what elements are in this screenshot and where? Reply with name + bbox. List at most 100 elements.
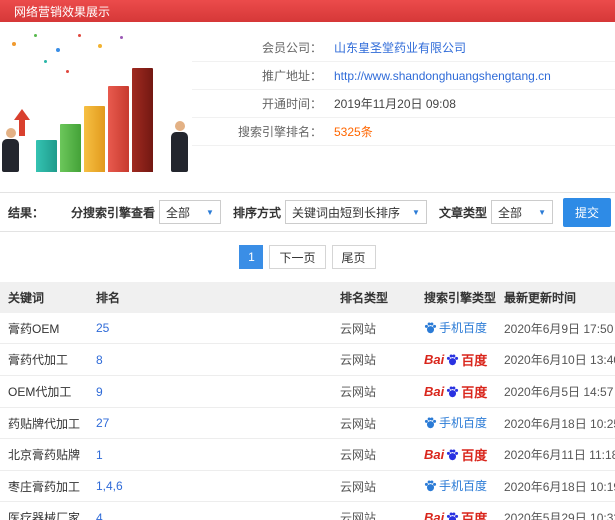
rank-type-cell: 云网站 [332, 343, 416, 376]
keyword-cell[interactable]: 膏药代加工 [0, 343, 88, 376]
businessman-figure [171, 121, 188, 172]
engine-filter-select[interactable]: 全部 ▼ [158, 200, 221, 224]
keyword-cell[interactable]: 膏药OEM [0, 313, 88, 344]
chart-bar [132, 68, 153, 172]
rank-type-cell: 云网站 [332, 438, 416, 471]
rank-cell[interactable]: 1,4,6 [88, 470, 332, 502]
mobile-baidu-icon: 手机百度 [424, 319, 487, 336]
baidu-paw-icon [447, 386, 459, 398]
baidu-paw-icon [447, 449, 459, 461]
sort-filter-select[interactable]: 关键词由短到长排序 ▼ [284, 200, 427, 224]
promo-url-label: 推广地址： [261, 69, 322, 83]
sort-filter-label: 排序方式 [232, 205, 281, 220]
chevron-down-icon: ▼ [412, 207, 420, 217]
table-row: 药贴牌代加工 27 云网站 Bai 百度 手机百度 2020年6月18日 10:… [0, 407, 615, 439]
updated-cell: 2020年5月29日 10:32 [496, 501, 615, 520]
rank-cell[interactable]: 4 [88, 501, 332, 520]
chevron-down-icon: ▼ [538, 207, 546, 217]
info-section: 会员公司： 山东皇圣堂药业有限公司 推广地址： http://www.shand… [0, 22, 615, 184]
table-row: 医疗器械厂家 4 云网站 Bai 百度 手机百度 2020年5月29日 10:3… [0, 501, 615, 520]
rank-type-cell: 云网站 [332, 407, 416, 439]
updated-cell: 2020年6月18日 10:19 [496, 470, 615, 502]
keyword-cell[interactable]: 药贴牌代加工 [0, 407, 88, 439]
article-type-select[interactable]: 全部 ▼ [490, 200, 553, 224]
baidu-logo: Bai 百度 [424, 384, 488, 400]
app-header: 网络营销效果展示 [0, 0, 615, 22]
rank-count-row: 搜索引擎排名： 5325条 [192, 118, 615, 146]
updated-cell: 2020年6月11日 11:18 [496, 438, 615, 471]
promo-url-link[interactable]: http://www.shandonghuangshengtang.cn [334, 69, 551, 83]
col-engine-type: 搜索引擎类型 [416, 282, 496, 313]
page-next-button[interactable]: 下一页 [269, 245, 326, 269]
page-last-button[interactable]: 尾页 [331, 245, 376, 269]
table-header-row: 关键词 排名 排名类型 搜索引擎类型 最新更新时间 [0, 282, 615, 313]
engine-cell: Bai 百度 手机百度 [416, 343, 496, 376]
open-time-row: 开通时间： 2019年11月20日 09:08 [192, 90, 615, 118]
rank-cell[interactable]: 9 [88, 375, 332, 408]
page-title: 网络营销效果展示 [14, 4, 111, 19]
engine-cell: Bai 百度 手机百度 [416, 313, 496, 344]
table-row: 枣庄膏药加工 1,4,6 云网站 Bai 百度 手机百度 2020年6月18日 … [0, 470, 615, 502]
sort-filter-value: 关键词由短到长排序 [291, 205, 400, 220]
keyword-cell[interactable]: 医疗器械厂家 [0, 501, 88, 520]
mobile-paw-icon [424, 417, 437, 429]
engine-filter-group: 分搜索引擎查看 全部 ▼ [71, 200, 221, 224]
article-type-label: 文章类型 [438, 205, 487, 220]
open-time-label: 开通时间： [261, 97, 322, 111]
updated-cell: 2020年6月18日 10:25 [496, 407, 615, 439]
baidu-paw-icon [447, 354, 459, 366]
baidu-logo: Bai 百度 [424, 508, 487, 520]
mobile-paw-icon [424, 322, 437, 334]
open-time-value: 2019年11月20日 09:08 [334, 97, 456, 111]
bar-chart-illustration [0, 28, 192, 182]
col-rank: 排名 [88, 282, 332, 313]
updated-cell: 2020年6月9日 17:50 [496, 313, 615, 344]
table-row: 膏药代加工 8 云网站 Bai 百度 手机百度 2020年6月10日 13:40 [0, 343, 615, 376]
rank-cell[interactable]: 25 [88, 313, 332, 344]
chevron-down-icon: ▼ [206, 207, 214, 217]
baidu-paw-icon [447, 512, 459, 520]
info-fields: 会员公司： 山东皇圣堂药业有限公司 推广地址： http://www.shand… [192, 34, 615, 182]
table-row: 膏药OEM 25 云网站 Bai 百度 手机百度 2020年6月9日 17:50 [0, 313, 615, 344]
rank-cell[interactable]: 8 [88, 343, 332, 376]
result-label: 结果： [8, 205, 45, 220]
col-keyword: 关键词 [0, 282, 88, 313]
rank-count-label: 搜索引擎排名： [237, 125, 322, 139]
baidu-logo: Bai 百度 [424, 352, 488, 368]
engine-cell: Bai 百度 手机百度 [416, 470, 496, 502]
rank-count-value: 5325条 [334, 125, 373, 139]
keyword-cell[interactable]: OEM代加工 [0, 375, 88, 408]
businessman-figure [2, 128, 19, 172]
col-updated: 最新更新时间 [496, 282, 615, 313]
sort-filter-group: 排序方式 关键词由短到长排序 ▼ [233, 200, 427, 224]
article-type-filter-group: 文章类型 全部 ▼ [439, 200, 553, 224]
table-row: 北京膏药贴牌 1 云网站 Bai 百度 手机百度 2020年6月11日 11:1… [0, 438, 615, 471]
rank-type-cell: 云网站 [332, 470, 416, 502]
company-label: 会员公司： [261, 41, 322, 55]
keyword-cell[interactable]: 枣庄膏药加工 [0, 470, 88, 502]
engine-filter-label: 分搜索引擎查看 [70, 205, 155, 220]
engine-cell: Bai 百度 手机百度 [416, 407, 496, 439]
rank-cell[interactable]: 27 [88, 407, 332, 439]
table-body: 膏药OEM 25 云网站 Bai 百度 手机百度 2020年6月9日 17:50 [0, 313, 615, 520]
mobile-baidu-icon: 手机百度 [424, 414, 487, 431]
updated-cell: 2020年6月10日 13:40 [496, 343, 615, 376]
rank-type-cell: 云网站 [332, 375, 416, 408]
promo-url-row: 推广地址： http://www.shandonghuangshengtang.… [192, 62, 615, 90]
chart-bar [108, 86, 129, 172]
chart-bar [60, 124, 81, 172]
submit-button[interactable]: 提交 [562, 197, 611, 227]
engine-cell: Bai 百度 手机百度 [416, 375, 496, 408]
filter-bar: 结果： 分搜索引擎查看 全部 ▼ 排序方式 关键词由短到长排序 ▼ 文章类型 全… [0, 192, 615, 232]
engine-cell: Bai 百度 手机百度 [416, 438, 496, 471]
mobile-paw-icon [424, 480, 437, 492]
table-row: OEM代加工 9 云网站 Bai 百度 手机百度 2020年6月5日 14:57 [0, 375, 615, 408]
chart-bar [84, 106, 105, 172]
col-rank-type: 排名类型 [332, 282, 416, 313]
page-current[interactable]: 1 [239, 245, 264, 269]
company-link[interactable]: 山东皇圣堂药业有限公司 [334, 39, 466, 56]
keyword-cell[interactable]: 北京膏药贴牌 [0, 438, 88, 471]
rank-type-cell: 云网站 [332, 501, 416, 520]
updated-cell: 2020年6月5日 14:57 [496, 375, 615, 408]
rank-cell[interactable]: 1 [88, 438, 332, 471]
